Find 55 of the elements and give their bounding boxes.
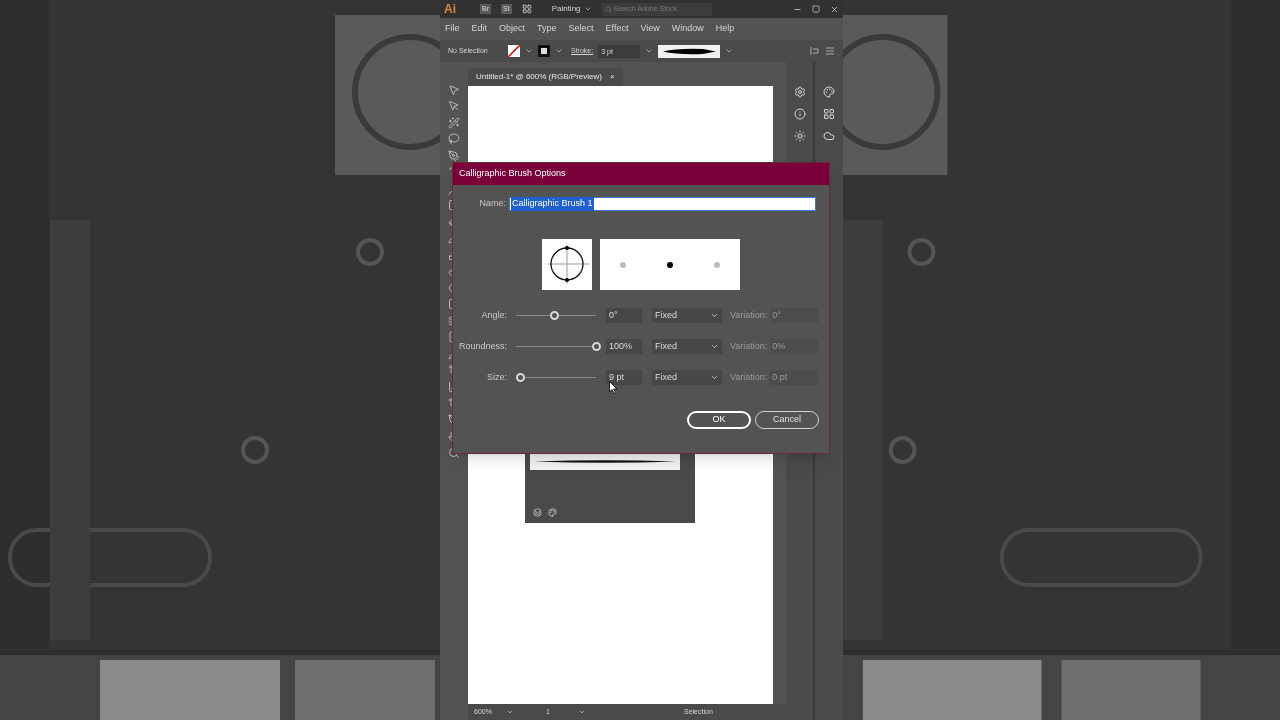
- document-tab[interactable]: Untitled-1* @ 600% (RGB/Preview) ×: [468, 68, 623, 86]
- tool-icon[interactable]: [448, 149, 460, 162]
- menu-item[interactable]: Help: [715, 22, 735, 36]
- brush-shape-preview: [542, 239, 592, 290]
- menu-item[interactable]: Select: [568, 22, 594, 36]
- chevron-icon[interactable]: [645, 47, 654, 55]
- option-label: Size:: [486, 370, 508, 384]
- ok-button[interactable]: OK: [687, 411, 751, 429]
- dialog-title: Calligraphic Brush Options: [453, 163, 829, 185]
- chevron-icon: [710, 373, 719, 382]
- chevron-icon[interactable]: [555, 47, 563, 55]
- close-icon[interactable]: [830, 4, 839, 14]
- tab-close[interactable]: ×: [609, 71, 615, 83]
- maximize-icon[interactable]: [812, 4, 820, 13]
- tool-icon[interactable]: [448, 83, 460, 96]
- selected-text: Calligraphic Brush 1: [511, 197, 594, 211]
- chevron-icon[interactable]: [725, 47, 734, 55]
- chevron-icon[interactable]: [525, 47, 533, 55]
- layout-icon[interactable]: [521, 4, 532, 14]
- tool-icon[interactable]: [448, 116, 460, 129]
- name-label: Name:: [478, 197, 507, 211]
- menu-item[interactable]: Object: [499, 22, 526, 36]
- chevron-icon: [710, 342, 719, 351]
- workspace-dropdown[interactable]: Painting: [551, 3, 592, 15]
- grid-icon[interactable]: [823, 108, 835, 120]
- info-icon[interactable]: [793, 108, 806, 120]
- variation-label: Variation:: [730, 308, 768, 322]
- menu-item[interactable]: Edit: [471, 22, 488, 36]
- search-icon: [604, 5, 612, 13]
- chevron-icon: [710, 311, 719, 320]
- palette-icon[interactable]: [823, 86, 835, 98]
- option-label: Roundness:: [457, 339, 508, 353]
- menu-item[interactable]: View: [640, 22, 660, 36]
- brush-stroke-preview[interactable]: [658, 44, 721, 58]
- menu-item[interactable]: Effect: [605, 22, 629, 36]
- settings-icon[interactable]: [793, 86, 806, 98]
- mouse-cursor: [609, 381, 618, 394]
- menu-item[interactable]: Window: [671, 22, 704, 36]
- cloud-icon[interactable]: [823, 130, 835, 142]
- menu-item[interactable]: File: [445, 22, 460, 36]
- app-logo: Ai: [444, 1, 456, 18]
- variation-label: Variation:: [730, 339, 768, 353]
- sun-icon[interactable]: [793, 130, 806, 142]
- chevron-icon[interactable]: [583, 5, 592, 13]
- brush-stroke-preview[interactable]: [530, 454, 680, 470]
- stroke-swatch[interactable]: [538, 45, 550, 57]
- chevron-icon[interactable]: [578, 708, 586, 716]
- option-label: Angle:: [480, 308, 508, 322]
- name-field[interactable]: Calligraphic Brush 1: [509, 197, 816, 211]
- chevron-icon[interactable]: [506, 708, 514, 716]
- tool-icon[interactable]: [448, 133, 460, 145]
- tool-icon[interactable]: [448, 100, 460, 112]
- menu-item[interactable]: Type: [537, 22, 557, 36]
- variation-label: Variation:: [730, 370, 768, 384]
- fill-none-swatch[interactable]: [508, 45, 520, 57]
